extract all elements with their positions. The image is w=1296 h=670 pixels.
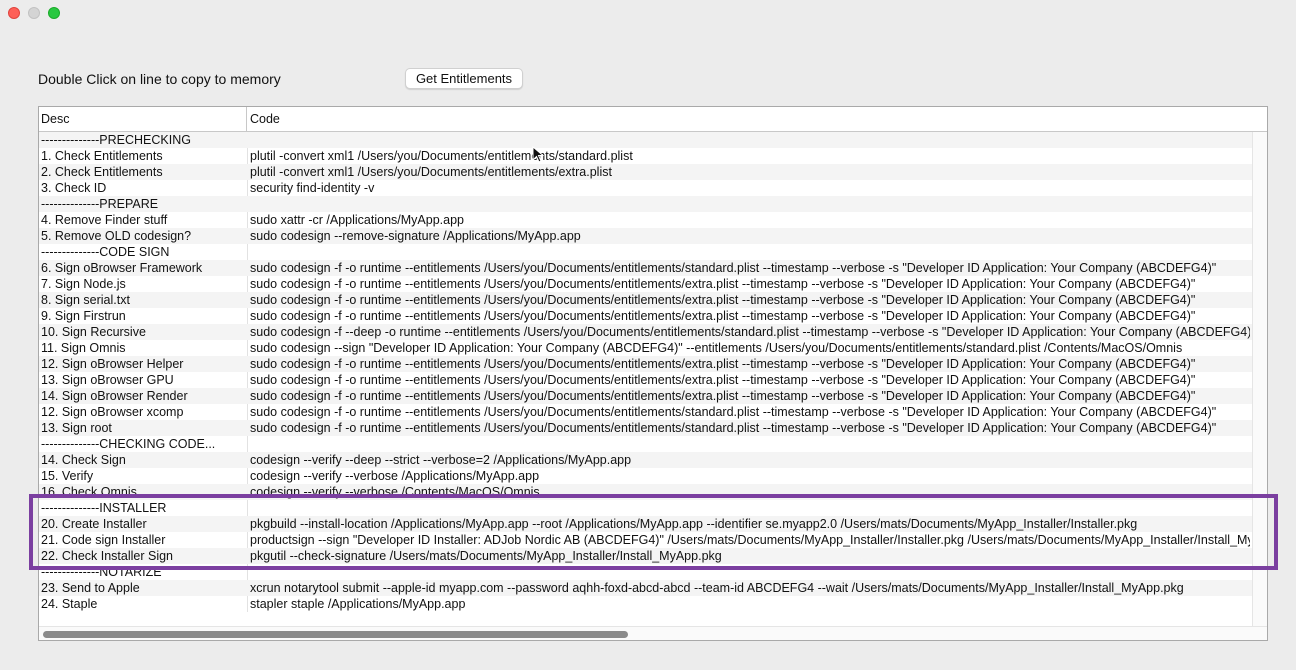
cell-desc: --------------CHECKING CODE... <box>41 437 216 451</box>
table-row[interactable]: 24. Staple stapler staple /Applications/M… <box>39 596 1252 612</box>
horizontal-scroll-thumb[interactable] <box>43 631 628 638</box>
title-bar <box>0 0 1296 28</box>
cell-desc: 14. Check Sign <box>41 453 126 467</box>
commands-table[interactable]: Desc Code --------------PRECHECKING 1. Ch… <box>38 106 1268 641</box>
cell-desc: 4. Remove Finder stuff <box>41 213 168 227</box>
table-row[interactable]: 4. Remove Finder stuff sudo xattr -cr /Ap… <box>39 212 1252 228</box>
table-row[interactable]: --------------INSTALLER <box>39 500 1252 516</box>
cell-desc: 13. Sign oBrowser GPU <box>41 373 174 387</box>
table-row[interactable]: 22. Check Installer Sign pkgutil --check-… <box>39 548 1252 564</box>
table-row[interactable]: 12. Sign oBrowser xcomp sudo codesign -f … <box>39 404 1252 420</box>
cell-desc: 12. Sign oBrowser xcomp <box>41 405 184 419</box>
cell-desc: 20. Create Installer <box>41 517 147 531</box>
cell-desc: --------------PRECHECKING <box>41 133 191 147</box>
cell-desc: 14. Sign oBrowser Render <box>41 389 188 403</box>
cell-code: plutil -convert xml1 /Users/you/Document… <box>250 165 612 179</box>
cell-code: sudo codesign -f -o runtime --entitlemen… <box>250 421 1217 435</box>
table-row[interactable]: 15. Verify codesign --verify --verbose /A… <box>39 468 1252 484</box>
table-row[interactable]: 23. Send to Apple xcrun notarytool submit… <box>39 580 1252 596</box>
cell-code: sudo xattr -cr /Applications/MyApp.app <box>250 213 464 227</box>
cell-desc: 22. Check Installer Sign <box>41 549 174 563</box>
cell-desc: 6. Sign oBrowser Framework <box>41 261 203 275</box>
cell-code: security find-identity -v <box>250 181 375 195</box>
table-row[interactable]: 14. Check Sign codesign --verify --deep -… <box>39 452 1252 468</box>
cell-desc: --------------PREPARE <box>41 197 159 211</box>
cell-desc: 10. Sign Recursive <box>41 325 146 339</box>
get-entitlements-button[interactable]: Get Entitlements <box>405 68 523 89</box>
cell-code: sudo codesign -f -o runtime --entitlemen… <box>250 309 1196 323</box>
cell-desc: --------------INSTALLER <box>41 501 167 515</box>
table-row[interactable]: 2. Check Entitlements plutil -convert xml… <box>39 164 1252 180</box>
cell-desc: 3. Check ID <box>41 181 107 195</box>
cell-desc: 12. Sign oBrowser Helper <box>41 357 184 371</box>
table-row[interactable]: 9. Sign Firstrun sudo codesign -f -o runt… <box>39 308 1252 324</box>
cell-desc: 23. Send to Apple <box>41 581 140 595</box>
cell-desc: 16. Check Omnis <box>41 485 137 499</box>
cell-code: pkgutil --check-signature /Users/mats/Do… <box>250 549 722 563</box>
horizontal-scrollbar[interactable] <box>39 626 1267 640</box>
column-header-code[interactable]: Code <box>247 107 1257 131</box>
cell-code: sudo codesign -f -o runtime --entitlemen… <box>250 357 1196 371</box>
table-row[interactable]: 13. Sign root sudo codesign -f -o runtime… <box>39 420 1252 436</box>
table-row[interactable]: 16. Check Omnis codesign --verify --verbo… <box>39 484 1252 500</box>
minimize-window-icon[interactable] <box>28 7 40 19</box>
cell-desc: 13. Sign root <box>41 421 112 435</box>
cell-code: stapler staple /Applications/MyApp.app <box>250 597 466 611</box>
table-row[interactable]: 3. Check ID security find-identity -v <box>39 180 1252 196</box>
cell-code: xcrun notarytool submit --apple-id myapp… <box>250 581 1184 595</box>
table-row[interactable]: --------------PREPARE <box>39 196 1252 212</box>
cell-code: plutil -convert xml1 /Users/you/Document… <box>250 149 633 163</box>
table-row[interactable]: 11. Sign Omnis sudo codesign --sign "Deve… <box>39 340 1252 356</box>
table-row[interactable]: 1. Check Entitlements plutil -convert xml… <box>39 148 1252 164</box>
cell-code: sudo codesign -f -o runtime --entitlemen… <box>250 261 1217 275</box>
cell-desc: 8. Sign serial.txt <box>41 293 130 307</box>
table-row[interactable]: 5. Remove OLD codesign? sudo codesign --r… <box>39 228 1252 244</box>
cell-code: sudo codesign --sign "Developer ID Appli… <box>250 341 1183 355</box>
cell-code: pkgbuild --install-location /Application… <box>250 517 1138 531</box>
mouse-pointer-icon <box>532 146 544 163</box>
table-row[interactable]: 8. Sign serial.txt sudo codesign -f -o ru… <box>39 292 1252 308</box>
cell-desc: 7. Sign Node.js <box>41 277 126 291</box>
table-row[interactable]: 7. Sign Node.js sudo codesign -f -o runti… <box>39 276 1252 292</box>
cell-desc: 9. Sign Firstrun <box>41 309 126 323</box>
cell-code: sudo codesign --remove-signature /Applic… <box>250 229 581 243</box>
cell-code: sudo codesign -f -o runtime --entitlemen… <box>250 293 1196 307</box>
cell-desc: 15. Verify <box>41 469 94 483</box>
cell-desc: 11. Sign Omnis <box>41 341 126 355</box>
instruction-label: Double Click on line to copy to memory <box>38 71 281 87</box>
table-header: Desc Code <box>39 107 1267 132</box>
cell-desc: 2. Check Entitlements <box>41 165 163 179</box>
table-row[interactable]: --------------PRECHECKING <box>39 132 1252 148</box>
vertical-scrollbar[interactable] <box>1252 132 1267 627</box>
table-row[interactable]: 10. Sign Recursive sudo codesign -f --dee… <box>39 324 1252 340</box>
table-row[interactable]: 14. Sign oBrowser Render sudo codesign -f… <box>39 388 1252 404</box>
cell-desc: 1. Check Entitlements <box>41 149 163 163</box>
cell-code: sudo codesign -f -o runtime --entitlemen… <box>250 389 1196 403</box>
table-row[interactable]: 21. Code sign Installer productsign --sig… <box>39 532 1252 548</box>
cell-code: sudo codesign -f -o runtime --entitlemen… <box>250 405 1217 419</box>
table-row[interactable]: --------------CHECKING CODE... <box>39 436 1252 452</box>
table-row[interactable]: --------------CODE SIGN <box>39 244 1252 260</box>
cell-code: sudo codesign -f -o runtime --entitlemen… <box>250 373 1196 387</box>
table-row[interactable]: 6. Sign oBrowser Framework sudo codesign … <box>39 260 1252 276</box>
column-header-desc[interactable]: Desc <box>39 107 247 131</box>
cell-code: sudo codesign -f -o runtime --entitlemen… <box>250 277 1196 291</box>
zoom-window-icon[interactable] <box>48 7 60 19</box>
cell-code: sudo codesign -f --deep -o runtime --ent… <box>250 325 1250 339</box>
table-row[interactable]: 13. Sign oBrowser GPU sudo codesign -f -o… <box>39 372 1252 388</box>
cell-code: productsign --sign "Developer ID Install… <box>250 533 1250 547</box>
cell-code: codesign --verify --deep --strict --verb… <box>250 453 632 467</box>
close-window-icon[interactable] <box>8 7 20 19</box>
cell-desc: 5. Remove OLD codesign? <box>41 229 192 243</box>
cell-desc: --------------CODE SIGN <box>41 245 170 259</box>
cell-code: codesign --verify --verbose /Application… <box>250 469 540 483</box>
cell-desc: 21. Code sign Installer <box>41 533 166 547</box>
cell-desc: 24. Staple <box>41 597 98 611</box>
cell-code: codesign --verify --verbose /Contents/Ma… <box>250 485 540 499</box>
cell-desc: --------------NOTARIZE <box>41 565 162 579</box>
table-row[interactable]: 12. Sign oBrowser Helper sudo codesign -f… <box>39 356 1252 372</box>
table-row[interactable]: 20. Create Installer pkgbuild --install-l… <box>39 516 1252 532</box>
table-body: --------------PRECHECKING 1. Check Entitl… <box>39 132 1252 612</box>
table-row[interactable]: --------------NOTARIZE <box>39 564 1252 580</box>
